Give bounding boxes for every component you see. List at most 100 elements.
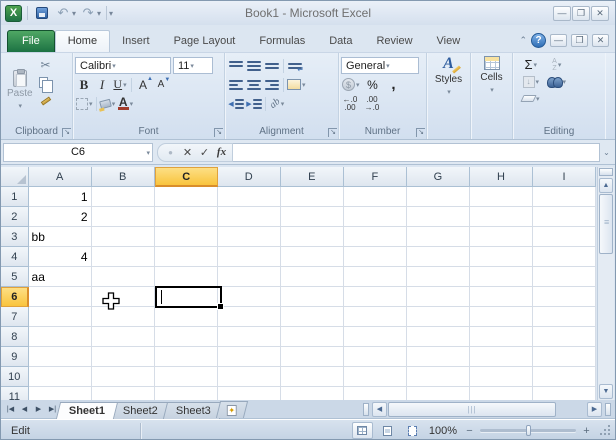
column-header-D[interactable]: D [218,167,281,187]
cell-F1[interactable] [344,187,407,207]
cell-I6[interactable] [533,287,596,307]
cell-F4[interactable] [344,247,407,267]
increase-indent-button[interactable]: ▶ [245,95,263,112]
align-middle-button[interactable] [245,57,263,74]
name-box[interactable]: C6 [3,143,153,162]
styles-dropdown[interactable] [446,85,451,97]
minimize-ribbon-button[interactable]: ⌃ [519,35,527,46]
column-header-F[interactable]: F [344,167,407,187]
enter-entry-button[interactable]: ✓ [196,144,213,161]
cell-D10[interactable] [218,367,281,387]
column-header-A[interactable]: A [29,167,92,187]
number-dialog-launcher[interactable] [416,128,425,137]
tab-formulas[interactable]: Formulas [247,31,317,52]
column-header-I[interactable]: I [533,167,596,187]
customize-quick-access-button[interactable]: ▾ [109,9,113,18]
row-header-11[interactable]: 11 [1,387,29,400]
cell-B9[interactable] [92,347,155,367]
sheet-tab-sheet3[interactable]: Sheet3 [163,402,224,419]
font-family-combo[interactable]: Calibri [75,57,171,74]
cells-dropdown[interactable] [489,83,494,95]
column-header-B[interactable]: B [92,167,155,187]
cell-E9[interactable] [281,347,344,367]
excel-logo-icon[interactable]: X [5,5,22,22]
format-painter-button[interactable] [37,92,55,109]
normal-view-button[interactable] [352,422,373,439]
number-format-combo[interactable]: General [341,57,419,74]
cell-E2[interactable] [281,207,344,227]
tab-home[interactable]: Home [55,30,110,52]
select-all-corner[interactable] [1,167,29,187]
paste-button[interactable]: Paste [3,56,37,125]
accounting-format-button[interactable]: $ [341,76,361,93]
horizontal-split-handle[interactable] [605,403,611,416]
cell-A1[interactable]: 1 [29,187,92,207]
expand-formula-bar-button[interactable]: ⌄ [600,143,613,162]
cell-G9[interactable] [407,347,470,367]
cell-I9[interactable] [533,347,596,367]
cell-D7[interactable] [218,307,281,327]
redo-dropdown[interactable]: ▾ [97,9,101,18]
help-button[interactable]: ? [531,33,546,48]
clear-button[interactable] [521,90,541,107]
sheet-tab-sheet2[interactable]: Sheet2 [110,402,171,419]
cell-G6[interactable] [407,287,470,307]
row-header-9[interactable]: 9 [1,347,29,367]
cell-F7[interactable] [344,307,407,327]
cell-C2[interactable] [155,207,218,227]
cell-G3[interactable] [407,227,470,247]
row-header-4[interactable]: 4 [1,247,29,267]
insert-function-button[interactable]: fx [213,144,230,161]
cell-A3[interactable]: bb [29,227,92,247]
cell-I10[interactable] [533,367,596,387]
cell-F8[interactable] [344,327,407,347]
align-center-button[interactable] [245,76,263,93]
column-header-C[interactable]: C [155,167,218,187]
save-button[interactable] [33,4,51,22]
cell-D6[interactable] [218,287,281,307]
cell-H9[interactable] [470,347,533,367]
styles-button[interactable]: A Styles [427,53,471,139]
bold-button[interactable]: B [75,76,93,93]
align-top-button[interactable] [227,57,245,74]
row-header-3[interactable]: 3 [1,227,29,247]
grow-font-button[interactable]: A▲ [134,76,152,93]
cell-B10[interactable] [92,367,155,387]
column-header-G[interactable]: G [407,167,470,187]
insert-worksheet-button[interactable]: ✦ [216,401,248,418]
cell-C5[interactable] [155,267,218,287]
row-header-8[interactable]: 8 [1,327,29,347]
row-header-5[interactable]: 5 [1,267,29,287]
cell-H11[interactable] [470,387,533,400]
cell-D5[interactable] [218,267,281,287]
cell-D1[interactable] [218,187,281,207]
cell-D11[interactable] [218,387,281,400]
vertical-scroll-thumb[interactable] [599,194,613,254]
cell-G1[interactable] [407,187,470,207]
column-header-E[interactable]: E [281,167,344,187]
italic-button[interactable]: I [93,76,111,93]
cell-H4[interactable] [470,247,533,267]
wrap-text-button[interactable]: ↵ [286,57,304,74]
cell-F10[interactable] [344,367,407,387]
cell-E5[interactable] [281,267,344,287]
tab-file[interactable]: File [7,30,55,52]
cell-A8[interactable] [29,327,92,347]
row-header-2[interactable]: 2 [1,207,29,227]
cell-B2[interactable] [92,207,155,227]
vertical-split-handle[interactable] [599,168,613,176]
cell-C4[interactable] [155,247,218,267]
cell-F2[interactable] [344,207,407,227]
sheet-tab-sheet1[interactable]: Sheet1 [56,402,118,419]
shrink-font-button[interactable]: A▼ [152,76,170,93]
tab-data[interactable]: Data [317,31,364,52]
tab-insert[interactable]: Insert [110,31,162,52]
cell-E6[interactable] [281,287,344,307]
cut-button[interactable]: ✂ [37,56,55,73]
name-box-dropdown[interactable] [145,146,150,158]
merge-center-button[interactable] [286,76,307,93]
cell-D4[interactable] [218,247,281,267]
fill-color-button[interactable] [99,95,117,112]
underline-button[interactable]: U [111,76,129,93]
cell-H7[interactable] [470,307,533,327]
